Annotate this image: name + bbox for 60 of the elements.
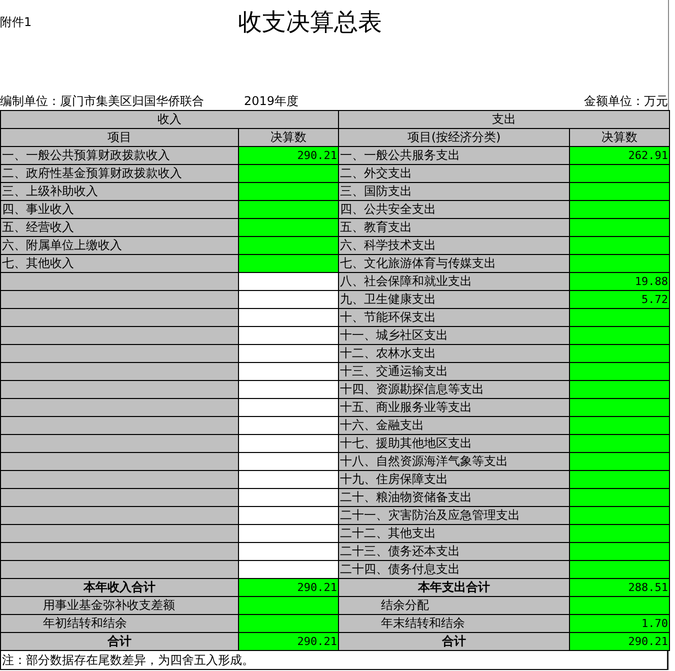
item-label: 五、教育支出 [338,218,570,236]
item-label: 十九、住房保障支出 [338,470,570,488]
item-label: 四、公共安全支出 [338,200,570,218]
item-label: 十八、自然资源海洋气象等支出 [338,452,570,470]
item-label: 二十三、债务还本支出 [338,542,570,560]
item-label: 二十二、其他支出 [338,524,570,542]
item-label: 四、事业收入 [0,200,238,218]
amount-cell: 1.70 [570,614,670,632]
footnote: 注：部分数据存在尾数差异，为四舍五入形成。 [0,651,668,670]
summary-label: 合计 [0,632,238,650]
amount-cell: 290.21 [238,632,338,650]
item-label: 六、科学技术支出 [338,236,570,254]
report-title: 收支决算总表 [238,7,382,38]
column-header: 项目 [0,128,238,146]
item-label: 三、上级补助收入 [0,182,238,200]
item-label: 九、卫生健康支出 [338,290,570,308]
amount-cell: 290.21 [238,578,338,596]
item-label: 十四、资源勘探信息等支出 [338,380,570,398]
organization-label: 编制单位：厦门市集美区归国华侨联合 [0,93,204,110]
summary-label: 年初结转和结余 [0,614,238,632]
summary-label: 本年支出合计 [338,578,570,596]
item-label: 十五、商业服务业等支出 [338,398,570,416]
header-cell: 收入 [0,110,338,128]
item-label: 二十一、灾害防治及应急管理支出 [338,506,570,524]
item-label: 二十、粮油物资储备支出 [338,488,570,506]
amount-cell: 290.21 [570,632,670,650]
item-label: 十三、交通运输支出 [338,362,570,380]
summary-label: 用事业基金弥补收支差额 [0,596,238,614]
item-label: 三、国防支出 [338,182,570,200]
item-label: 十二、农林水支出 [338,344,570,362]
attachment-label: 附件1 [0,14,33,31]
item-label: 六、附属单位上缴收入 [0,236,238,254]
item-label: 十一、城乡社区支出 [338,326,570,344]
amount-cell: 19.88 [570,272,670,290]
column-header: 决算数 [570,128,670,146]
item-label: 二、政府性基金预算财政拨款收入 [0,164,238,182]
amount-cell: 290.21 [238,146,338,164]
header-cell: 支出 [338,110,670,128]
summary-label: 本年收入合计 [0,578,238,596]
currency-unit-label: 金额单位：万元 [584,93,668,110]
item-label: 一、一般公共预算财政拨款收入 [0,146,238,164]
summary-label: 合计 [338,632,570,650]
item-label: 十六、金融支出 [338,416,570,434]
item-label: 八、社会保障和就业支出 [338,272,570,290]
amount-cell: 262.91 [570,146,670,164]
column-header: 决算数 [238,128,338,146]
summary-label: 年末结转和结余 [338,614,570,632]
item-label: 二、外交支出 [338,164,570,182]
item-label: 十、节能环保支出 [338,308,570,326]
item-label: 七、其他收入 [0,254,238,272]
amount-cell: 5.72 [570,290,670,308]
year-label: 2019年度 [244,93,299,110]
item-label: 十七、援助其他地区支出 [338,434,570,452]
summary-label: 结余分配 [338,596,570,614]
item-label: 一、一般公共服务支出 [338,146,570,164]
item-label: 二十四、债务付息支出 [338,560,570,578]
item-label: 五、经营收入 [0,218,238,236]
column-header: 项目(按经济分类) [338,128,570,146]
item-label: 七、文化旅游体育与传媒支出 [338,254,570,272]
amount-cell: 288.51 [570,578,670,596]
